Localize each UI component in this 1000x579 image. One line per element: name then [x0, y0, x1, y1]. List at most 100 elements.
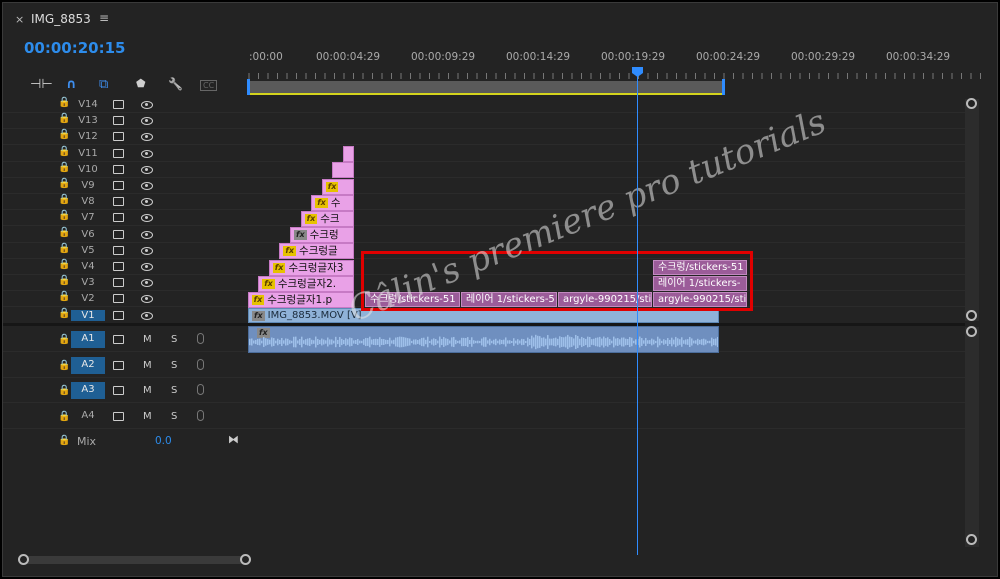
sync-lock-icon[interactable]	[113, 335, 124, 344]
track-name[interactable]: V6	[71, 229, 105, 240]
toggle-output-eye-icon[interactable]	[141, 182, 153, 190]
sync-lock-icon[interactable]	[113, 386, 124, 395]
video-vertical-scrollbar[interactable]	[965, 99, 979, 321]
lock-icon[interactable]: 🔒	[58, 194, 70, 205]
insert-overwrite-icon[interactable]: ⊣⊢	[30, 77, 53, 92]
lock-icon[interactable]: 🔒	[58, 291, 70, 302]
lock-icon[interactable]: 🔒	[58, 243, 70, 254]
lock-icon[interactable]: 🔒	[58, 129, 70, 140]
playhead-line[interactable]	[637, 68, 638, 555]
lock-icon[interactable]: 🔒	[58, 259, 70, 270]
close-tab-icon[interactable]: ×	[15, 13, 24, 26]
toggle-output-eye-icon[interactable]	[141, 279, 153, 288]
sync-lock-icon[interactable]	[113, 148, 124, 158]
video-scroll-knob-top[interactable]	[966, 98, 977, 109]
toggle-output-eye-icon[interactable]	[141, 311, 153, 320]
solo-button[interactable]: S	[171, 385, 177, 396]
graphic-text-clip[interactable]: fx 수크렁글자1.p	[247, 291, 354, 308]
voiceover-mic-icon[interactable]	[197, 384, 204, 395]
toggle-output-eye-icon[interactable]	[141, 295, 153, 304]
toggle-output-eye-icon[interactable]	[141, 263, 153, 271]
solo-button[interactable]: S	[171, 360, 177, 371]
track-name[interactable]: V7	[71, 212, 105, 223]
snap-magnet-icon[interactable]: ∩	[66, 77, 77, 92]
track-name[interactable]: V5	[71, 245, 105, 256]
sync-lock-icon[interactable]	[113, 411, 124, 421]
track-name[interactable]: A4	[71, 408, 105, 425]
audio-scroll-knob-bottom[interactable]	[966, 534, 977, 545]
lock-icon[interactable]: 🔒	[58, 385, 70, 396]
panel-menu-icon[interactable]: ≡	[99, 11, 109, 25]
graphic-text-clip[interactable]	[343, 146, 354, 163]
graphic-text-clip[interactable]: fx 수크렁글자2.	[258, 275, 354, 292]
work-area-start-handle[interactable]	[247, 79, 250, 95]
toggle-output-eye-icon[interactable]	[141, 198, 153, 207]
toggle-output-eye-icon[interactable]	[141, 246, 153, 255]
graphic-text-clip[interactable]: fx 수크렁글	[279, 243, 354, 260]
track-name[interactable]: V14	[71, 99, 105, 110]
graphic-text-clip[interactable]: fx 수크렁	[290, 227, 354, 244]
voiceover-mic-icon[interactable]	[197, 333, 204, 344]
track-name[interactable]: V8	[71, 196, 105, 207]
lock-icon[interactable]: 🔒	[58, 113, 70, 124]
hscroll-knob-right[interactable]	[240, 554, 251, 565]
track-name[interactable]: V9	[71, 180, 105, 191]
mute-button[interactable]: M	[143, 360, 152, 371]
sync-lock-icon[interactable]	[113, 229, 124, 239]
voiceover-mic-icon[interactable]	[197, 409, 204, 421]
linked-selection-icon[interactable]: ⧉	[99, 77, 108, 92]
track-name[interactable]: V1	[71, 309, 105, 321]
mix-end-icon[interactable]: ⧓	[228, 433, 239, 446]
mute-button[interactable]: M	[143, 334, 152, 345]
track-name[interactable]: V11	[71, 148, 105, 159]
video-scroll-knob-bottom[interactable]	[966, 310, 977, 321]
toggle-output-eye-icon[interactable]	[141, 214, 153, 223]
sync-lock-icon[interactable]	[113, 310, 124, 320]
graphic-text-clip[interactable]: fx	[321, 178, 354, 195]
track-name[interactable]: V12	[71, 131, 105, 142]
track-name[interactable]: V2	[71, 293, 105, 304]
hscroll-knob-left[interactable]	[18, 554, 29, 565]
sync-lock-icon[interactable]	[113, 116, 124, 126]
mix-lock-icon[interactable]: 🔒	[58, 435, 70, 446]
toggle-output-eye-icon[interactable]	[141, 165, 153, 174]
lock-icon[interactable]: 🔒	[58, 210, 70, 221]
track-name[interactable]: V3	[71, 277, 105, 288]
track-name[interactable]: V4	[71, 261, 105, 272]
lock-icon[interactable]: 🔒	[58, 162, 70, 173]
settings-wrench-icon[interactable]: 🔧	[168, 77, 183, 91]
toggle-output-eye-icon[interactable]	[141, 230, 153, 239]
horizontal-zoom-scrollbar[interactable]	[21, 556, 251, 564]
sync-lock-icon[interactable]	[113, 197, 124, 207]
sync-lock-icon[interactable]	[113, 132, 124, 142]
solo-button[interactable]: S	[171, 334, 177, 345]
playhead-timecode[interactable]: 00:00:20:15	[24, 39, 126, 57]
track-name[interactable]: V13	[71, 115, 105, 126]
lock-icon[interactable]: 🔒	[58, 411, 70, 422]
sync-lock-icon[interactable]	[113, 360, 124, 370]
mix-volume-value[interactable]: 0.0	[155, 435, 172, 447]
lock-icon[interactable]: 🔒	[58, 360, 70, 371]
track-name[interactable]: A3	[71, 382, 105, 399]
sync-lock-icon[interactable]	[113, 245, 124, 255]
graphic-text-clip[interactable]: fx 수크렁글자3	[268, 259, 354, 276]
audio-vertical-scrollbar[interactable]	[965, 327, 979, 547]
work-area-end-handle[interactable]	[722, 79, 725, 95]
sync-lock-icon[interactable]	[113, 100, 124, 109]
add-marker-icon[interactable]: ⬟	[136, 77, 146, 90]
work-area-bar[interactable]	[248, 81, 725, 95]
sequence-tab-title[interactable]: IMG_8853	[31, 12, 91, 26]
toggle-output-eye-icon[interactable]	[141, 117, 153, 126]
audio-scroll-knob-top[interactable]	[966, 326, 977, 337]
graphic-text-clip[interactable]	[332, 162, 354, 179]
toggle-output-eye-icon[interactable]	[141, 149, 153, 158]
lock-icon[interactable]: 🔒	[58, 334, 70, 345]
sync-lock-icon[interactable]	[113, 278, 124, 288]
toggle-output-eye-icon[interactable]	[141, 133, 153, 142]
track-name[interactable]: V10	[71, 164, 105, 175]
lock-icon[interactable]: 🔒	[58, 275, 70, 286]
sync-lock-icon[interactable]	[113, 164, 124, 174]
toggle-output-eye-icon[interactable]	[141, 101, 153, 109]
lock-icon[interactable]: 🔒	[58, 146, 70, 157]
track-name[interactable]: A1	[71, 331, 105, 348]
